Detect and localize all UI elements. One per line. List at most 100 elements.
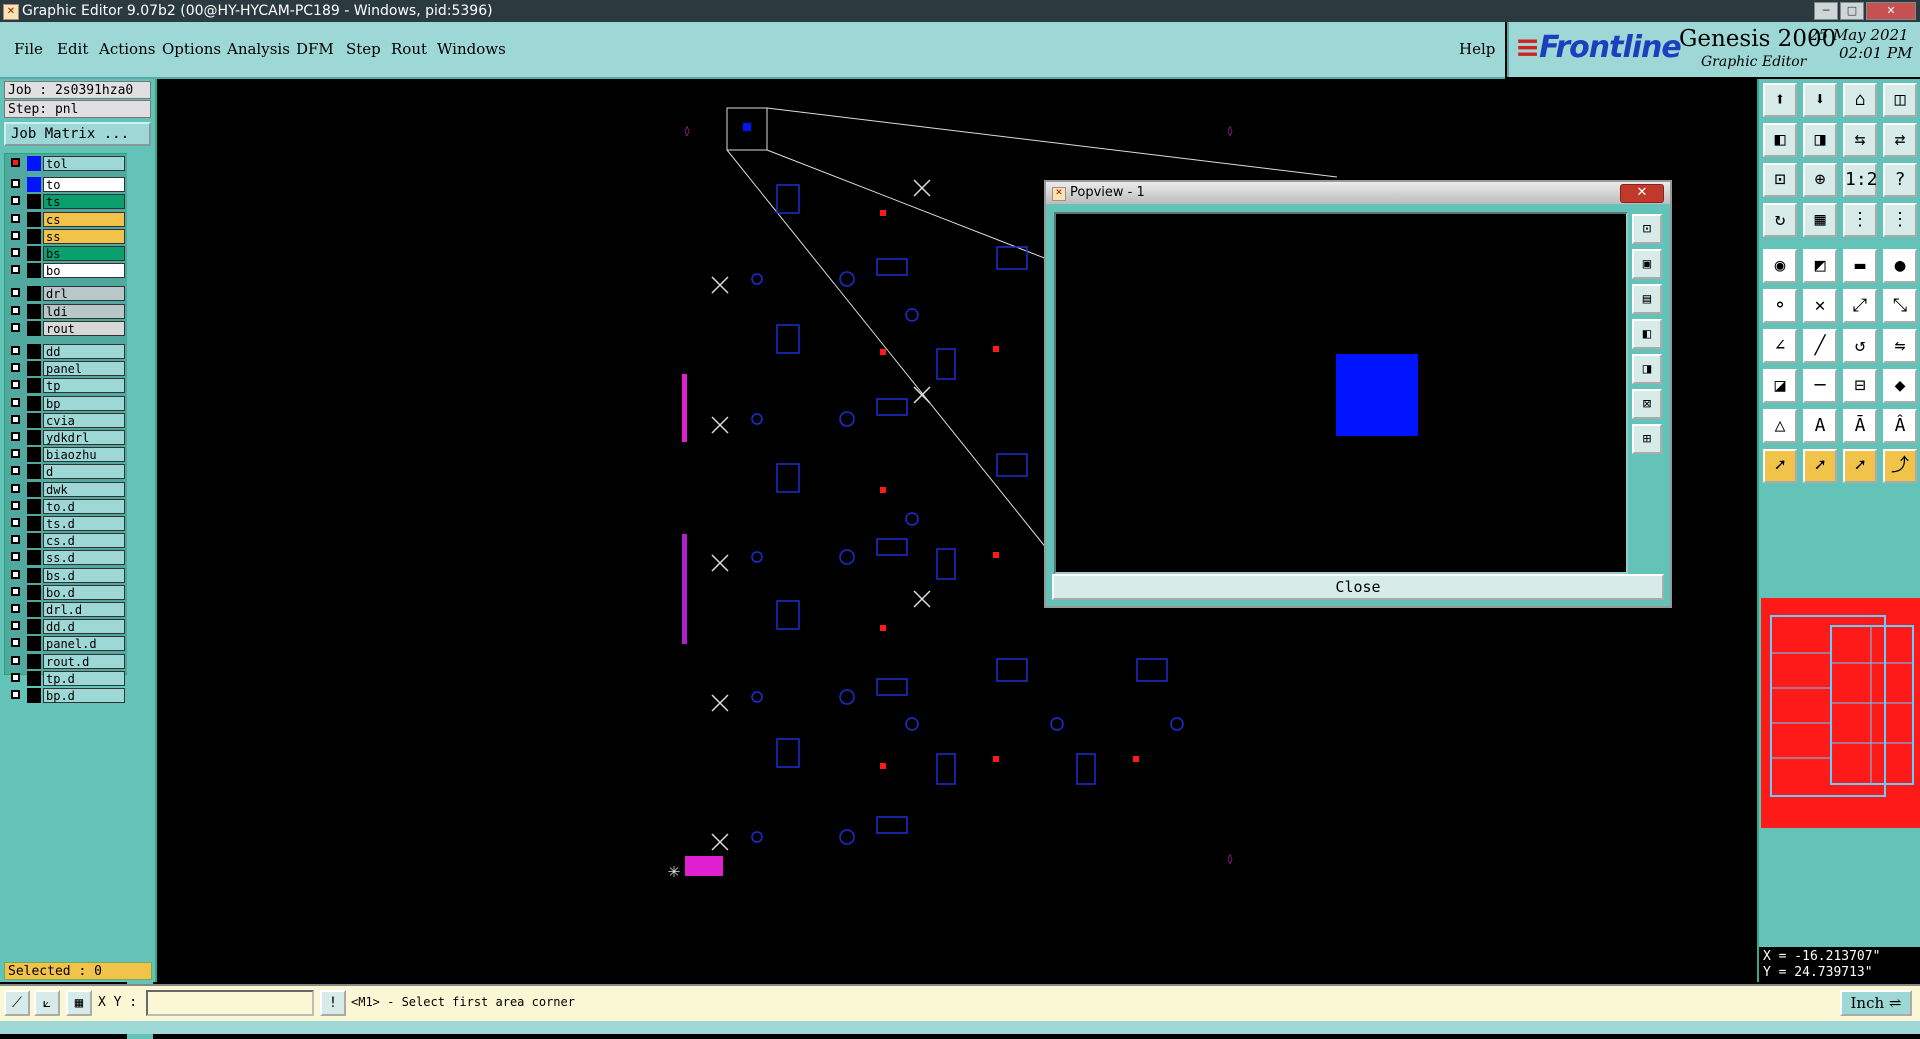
layer-checkbox[interactable] [11,638,20,648]
layer-name[interactable]: biaozhu [43,447,125,463]
popview-title-bar[interactable]: ✕ Popview - 1 ✕ [1046,182,1670,204]
layer-name[interactable]: d [43,464,125,480]
layer-row[interactable]: tol [7,156,125,171]
zoom-center-icon[interactable]: ⊕ [1803,163,1837,197]
layer-checkbox[interactable] [11,380,20,390]
popview-canvas[interactable] [1054,212,1628,574]
layer-name[interactable]: to [43,177,125,193]
select-plus-icon[interactable]: ➚ [1843,449,1877,483]
layer-checkbox[interactable] [11,518,20,527]
layer-row[interactable]: panel [7,361,125,377]
layer-name[interactable]: tp [43,378,125,394]
layer-row[interactable]: bp.d [7,688,125,703]
layer-name[interactable]: drl.d [43,602,125,617]
layer-row[interactable]: bo.d [7,584,125,600]
layer-color-swatch[interactable] [27,550,41,566]
a-bar-icon[interactable]: Ā [1843,409,1877,443]
layer-row[interactable]: panel.d [7,636,125,652]
pan-left-icon[interactable]: ◧ [1763,123,1797,157]
layer-checkbox[interactable] [11,414,20,424]
layer-color-swatch[interactable] [27,156,41,171]
layer-checkbox[interactable] [11,586,20,596]
layer-color-swatch[interactable] [27,211,41,227]
layer-checkbox[interactable] [11,248,20,257]
maximize-icon[interactable]: □ [1840,2,1864,20]
layer-row[interactable]: ts [7,194,125,210]
layer-row[interactable]: ydkdrl [7,430,125,445]
layer-color-swatch[interactable] [27,584,41,600]
layer-color-swatch[interactable] [27,430,41,445]
line-alt-icon[interactable]: ╱ [1803,329,1837,363]
layer-color-swatch[interactable] [27,228,41,244]
xy-input[interactable] [146,990,314,1016]
a-box-icon[interactable]: Â [1883,409,1917,443]
layer-name[interactable]: ts.d [43,516,125,531]
layer-row[interactable]: ss [7,228,125,244]
layer-name[interactable]: dwk [43,481,125,497]
layer-color-swatch[interactable] [27,412,41,428]
zoom-in-icon[interactable]: ⊠ [1632,389,1662,419]
layer-name[interactable]: ts [43,194,125,210]
layer-color-swatch[interactable] [27,464,41,480]
layer-row[interactable]: drl.d [7,602,125,617]
zoom-fit-icon[interactable]: ⊡ [1763,163,1797,197]
snap-alt-icon[interactable]: ⋮ [1883,203,1917,237]
layer-checkbox[interactable] [11,158,20,167]
layer-color-swatch[interactable] [27,194,41,210]
layer-row[interactable]: bs.d [7,567,125,583]
layer-checkbox[interactable] [11,265,20,275]
layer-color-swatch[interactable] [27,481,41,497]
pan-right-icon[interactable]: ◨ [1632,354,1662,384]
layer-checkbox[interactable] [11,305,20,315]
layer-checkbox[interactable] [11,466,20,476]
info-icon[interactable]: ! [320,990,346,1016]
grid-mode-icon[interactable]: ▦ [66,990,92,1016]
step-overview-map[interactable] [1761,598,1920,828]
layer-row[interactable]: dd.d [7,619,125,635]
layer-checkbox[interactable] [11,196,20,206]
snap-icon[interactable]: ⋮ [1843,203,1877,237]
layer-row[interactable]: d [7,464,125,480]
layer-name[interactable]: ss.d [43,550,125,566]
layer-checkbox[interactable] [11,363,20,373]
zoom-up-icon[interactable]: ⬇ [1803,83,1837,117]
layer-checkbox[interactable] [11,346,20,355]
layer-row[interactable]: to [7,177,125,193]
close-icon[interactable]: ✕ [1866,2,1916,20]
layer-name[interactable]: tol [43,156,125,171]
layer-row[interactable]: biaozhu [7,447,125,463]
layer-checkbox[interactable] [11,397,20,407]
ruler-icon[interactable]: ▬ [1843,249,1877,283]
cross-icon[interactable]: ✕ [1803,289,1837,323]
select-box-icon[interactable]: ➚ [1803,449,1837,483]
menu-analysis[interactable]: Analysis [227,40,290,58]
layer-row[interactable]: dd [7,344,125,359]
layer-checkbox[interactable] [11,621,20,631]
popview-close-button[interactable]: Close [1052,574,1664,600]
layer-checkbox[interactable] [11,655,20,665]
menu-help[interactable]: Help [1459,40,1495,58]
layer-color-swatch[interactable] [27,619,41,635]
swap-icon[interactable]: ⇄ [1883,123,1917,157]
popview-close-icon[interactable]: ✕ [1620,184,1664,203]
scale-icon[interactable]: 1:2 [1843,163,1878,197]
layer-checkbox[interactable] [11,322,20,332]
layer-name[interactable]: bs.d [43,567,125,583]
flip-icon[interactable]: ⇋ [1883,329,1917,363]
menu-step[interactable]: Step [346,40,381,58]
shape-icon[interactable]: ◪ [1763,369,1797,403]
a-text-icon[interactable]: A [1803,409,1837,443]
menu-rout[interactable]: Rout [391,40,427,58]
layer-name[interactable]: dd [43,344,125,359]
layer-name[interactable]: bp [43,395,125,411]
bracket-icon[interactable]: ⊟ [1843,369,1877,403]
layer-name[interactable]: bo.d [43,584,125,600]
layer-color-swatch[interactable] [27,378,41,394]
layer-row[interactable]: dwk [7,481,125,497]
layer-name[interactable]: ss [43,228,125,244]
grid-icon[interactable]: ▦ [1803,203,1837,237]
rotate-arc-icon[interactable]: ↺ [1843,329,1877,363]
layer-row[interactable]: ts.d [7,516,125,531]
layer-color-swatch[interactable] [27,263,41,279]
layer-name[interactable]: panel [43,361,125,377]
